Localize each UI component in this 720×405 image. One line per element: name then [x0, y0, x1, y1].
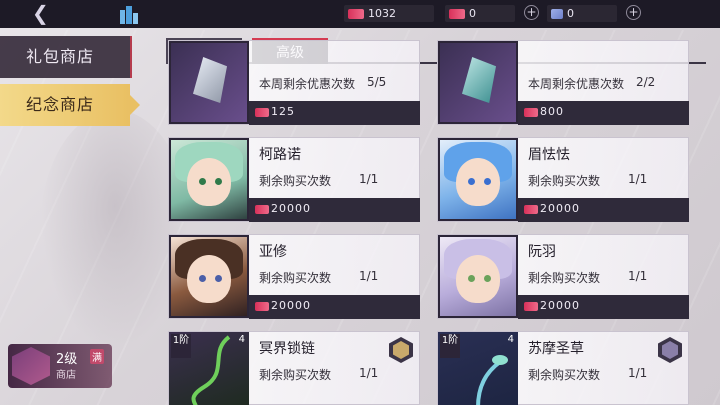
price-bar: 125 [249, 101, 420, 125]
item-count: 2/2 [636, 75, 656, 89]
currency-value: 0 [469, 7, 476, 20]
ticket-icon [524, 205, 538, 214]
item-desc: 剩余购买次数 [528, 271, 601, 285]
shop-item-card[interactable]: 1阶 4 苏摩圣草 剩余购买次数 1/1 [437, 331, 689, 405]
ticket-icon [255, 302, 269, 311]
price-bar: 20000 [249, 198, 420, 222]
character-hex-icon [658, 337, 682, 363]
nav-memorial-shop[interactable]: 纪念商店 [0, 84, 140, 126]
item-name: 阮羽 [528, 244, 556, 260]
tier-badge: 1阶 [171, 334, 191, 358]
item-desc: 剩余购买次数 [259, 174, 332, 188]
item-count: 1/1 [359, 172, 379, 186]
item-price: 800 [540, 105, 564, 118]
character-portrait [438, 138, 518, 221]
price-bar: 20000 [518, 295, 689, 319]
item-count: 1/1 [359, 269, 379, 283]
currency-ticket-1: 1032 [344, 5, 434, 22]
item-count: 1/1 [359, 366, 379, 380]
tier-badge: 1阶 [440, 334, 460, 358]
item-price: 20000 [271, 299, 311, 312]
item-price: 20000 [540, 299, 580, 312]
ticket-icon [524, 108, 538, 117]
item-count: 1/1 [628, 366, 648, 380]
item-desc: 剩余购买次数 [528, 368, 601, 382]
character-portrait [438, 235, 518, 318]
item-desc: 剩余购买次数 [259, 271, 332, 285]
ticket-icon [348, 8, 364, 19]
item-name: 柯路诺 [259, 147, 301, 163]
shop-item-card[interactable]: 眉怯怯 剩余购买次数 1/1 20000 [437, 137, 689, 222]
nav-gift-shop[interactable]: 礼包商店 [0, 36, 132, 78]
shop-item-card[interactable]: 本周剩余优惠次数 5/5 125 [168, 40, 420, 125]
item-name: 亚修 [259, 244, 287, 260]
top-bar: ❮ 1032 0 + 0 + [0, 0, 720, 28]
ticket-icon [255, 108, 269, 117]
item-name: 眉怯怯 [528, 147, 570, 163]
shop-level-panel[interactable]: 2级 商店 满 [8, 344, 112, 388]
item-name: 冥界锁链 [259, 341, 315, 357]
currency-value: 0 [567, 7, 574, 20]
diamond-icon [551, 8, 563, 19]
price-bar: 800 [518, 101, 689, 125]
item-art: 1阶 4 [169, 332, 249, 405]
item-price: 20000 [540, 202, 580, 215]
currency-ticket-2: 0 + [445, 5, 539, 22]
item-art [169, 41, 249, 124]
shop-item-card[interactable]: 亚修 剩余购买次数 1/1 20000 [168, 234, 420, 319]
item-price: 20000 [271, 202, 311, 215]
item-desc: 本周剩余优惠次数 [528, 77, 625, 91]
shop-level-label: 商店 [56, 370, 76, 381]
character-portrait [169, 235, 249, 318]
nav-memorial-shop-label: 纪念商店 [26, 95, 95, 114]
item-count: 1/1 [628, 172, 648, 186]
item-count: 1/1 [628, 269, 648, 283]
tier-number: 4 [238, 334, 245, 345]
currency-value: 1032 [368, 7, 396, 20]
character-hex-icon [389, 337, 413, 363]
nav-gift-shop-label: 礼包商店 [26, 47, 95, 66]
item-art [438, 41, 518, 124]
max-level-badge: 满 [90, 349, 104, 364]
item-price: 125 [271, 105, 295, 118]
add-diamond-button[interactable]: + [626, 5, 641, 20]
item-desc: 本周剩余优惠次数 [259, 77, 356, 91]
back-icon[interactable]: ❮ [32, 3, 52, 23]
item-desc: 剩余购买次数 [528, 174, 601, 188]
tier-number: 4 [507, 334, 514, 345]
price-bar: 20000 [249, 295, 420, 319]
shop-item-card[interactable]: 柯路诺 剩余购买次数 1/1 20000 [168, 137, 420, 222]
shop-item-card[interactable]: 阮羽 剩余购买次数 1/1 20000 [437, 234, 689, 319]
item-count: 5/5 [367, 75, 387, 89]
shop-badge-icon [12, 347, 50, 385]
home-city-icon[interactable] [118, 4, 140, 24]
ticket-icon [449, 8, 465, 19]
shop-level-value: 2级 [56, 352, 78, 367]
ticket-icon [524, 302, 538, 311]
character-portrait [169, 138, 249, 221]
item-art: 1阶 4 [438, 332, 518, 405]
item-name: 苏摩圣草 [528, 341, 584, 357]
price-bar: 20000 [518, 198, 689, 222]
shop-item-card[interactable]: 1阶 4 冥界锁链 剩余购买次数 1/1 [168, 331, 420, 405]
ticket-icon [255, 205, 269, 214]
add-currency-button[interactable]: + [524, 5, 539, 20]
currency-diamond: 0 + [547, 5, 641, 22]
item-desc: 剩余购买次数 [259, 368, 332, 382]
shop-item-card[interactable]: 本周剩余优惠次数 2/2 800 [437, 40, 689, 125]
